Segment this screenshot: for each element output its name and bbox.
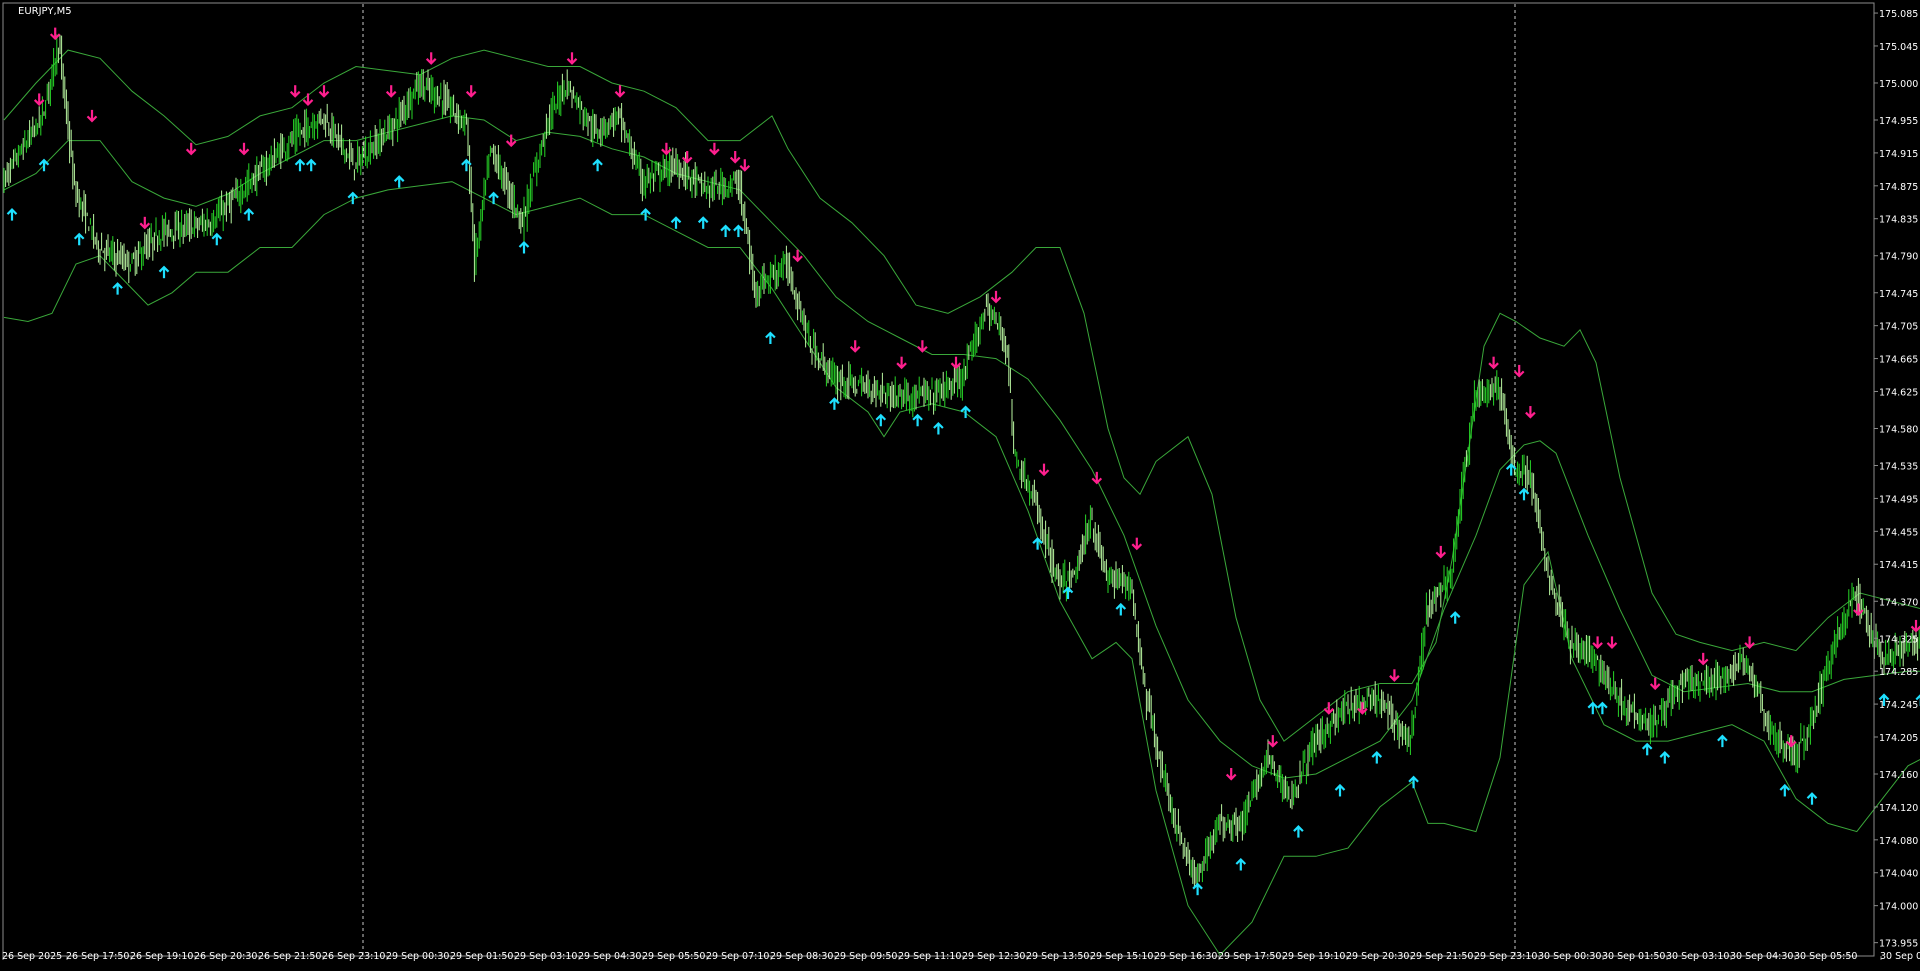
y-tick-label: 175.000 [1879,79,1918,90]
y-tick-label: 174.285 [1879,667,1918,678]
y-tick-label: 174.325 [1879,634,1918,645]
y-tick-label: 174.415 [1879,560,1918,571]
x-tick-label: 30 Sep 00:30 [1538,951,1601,962]
x-tick-label: 30 Sep 04:30 [1730,951,1793,962]
x-tick-label: 29 Sep 09:50 [834,951,897,962]
y-tick-label: 174.580 [1879,424,1918,435]
x-tick-label: 26 Sep 23:10 [322,951,385,962]
y-tick-label: 174.745 [1879,289,1918,300]
x-tick-label: 29 Sep 19:10 [1282,951,1345,962]
x-tick-label: 29 Sep 08:30 [770,951,833,962]
x-tick-label: 30 Sep 07:10 [1880,951,1920,962]
x-tick-label: 29 Sep 21:50 [1410,951,1473,962]
y-tick-label: 174.665 [1879,355,1918,366]
y-tick-label: 175.085 [1879,9,1918,20]
x-tick-label: 30 Sep 01:50 [1602,951,1665,962]
x-tick-label: 26 Sep 17:50 [66,951,129,962]
x-tick-label: 29 Sep 16:30 [1154,951,1217,962]
y-tick-label: 174.875 [1879,182,1918,193]
x-tick-label: 29 Sep 15:10 [1090,951,1153,962]
y-tick-label: 174.535 [1879,462,1918,473]
x-tick-label: 29 Sep 11:10 [898,951,961,962]
x-tick-label: 26 Sep 2025 [2,951,62,962]
x-tick-label: 29 Sep 01:50 [450,951,513,962]
chart-canvas[interactable]: 175.085 175.045 175.000 174.955 174.915 174.8… [0,0,1920,967]
x-tick-label: 29 Sep 07:10 [706,951,769,962]
y-tick-label: 174.455 [1879,527,1918,538]
x-tick-label: 29 Sep 23:10 [1474,951,1537,962]
x-tick-label: 29 Sep 00:30 [386,951,449,962]
time-axis: 26 Sep 202526 Sep 17:5026 Sep 19:1026 Se… [2,951,1920,962]
plot-background [0,0,1920,967]
x-tick-label: 29 Sep 20:30 [1346,951,1409,962]
y-tick-label: 174.495 [1879,494,1918,505]
y-tick-label: 174.000 [1879,902,1918,913]
symbol-label: EURJPY,M5 [18,6,72,17]
y-tick-label: 174.080 [1879,836,1918,847]
x-tick-label: 26 Sep 20:30 [194,951,257,962]
y-tick-label: 174.245 [1879,700,1918,711]
x-tick-label: 29 Sep 13:50 [1026,951,1089,962]
y-tick-label: 174.915 [1879,149,1918,160]
x-tick-label: 29 Sep 12:30 [962,951,1025,962]
y-tick-label: 174.205 [1879,733,1918,744]
x-tick-label: 26 Sep 21:50 [258,951,321,962]
y-tick-label: 174.705 [1879,322,1918,333]
y-tick-label: 174.625 [1879,387,1918,398]
y-tick-label: 174.790 [1879,252,1918,263]
y-tick-label: 174.835 [1879,215,1918,226]
x-tick-label: 29 Sep 05:50 [642,951,705,962]
y-tick-label: 174.120 [1879,803,1918,814]
x-tick-label: 29 Sep 17:50 [1218,951,1281,962]
y-tick-label: 174.040 [1879,869,1918,880]
x-tick-label: 30 Sep 03:10 [1666,951,1729,962]
x-tick-label: 30 Sep 05:50 [1794,951,1857,962]
y-tick-label: 174.955 [1879,116,1918,127]
x-tick-label: 29 Sep 04:30 [578,951,641,962]
price-chart[interactable]: 175.085 175.045 175.000 174.955 174.915 174.8… [0,0,1920,967]
y-tick-label: 173.955 [1879,939,1918,950]
y-tick-label: 174.160 [1879,770,1918,781]
x-tick-label: 29 Sep 03:10 [514,951,577,962]
x-tick-label: 26 Sep 19:10 [130,951,193,962]
y-tick-label: 175.045 [1879,42,1918,53]
y-tick-label: 174.370 [1879,597,1918,608]
